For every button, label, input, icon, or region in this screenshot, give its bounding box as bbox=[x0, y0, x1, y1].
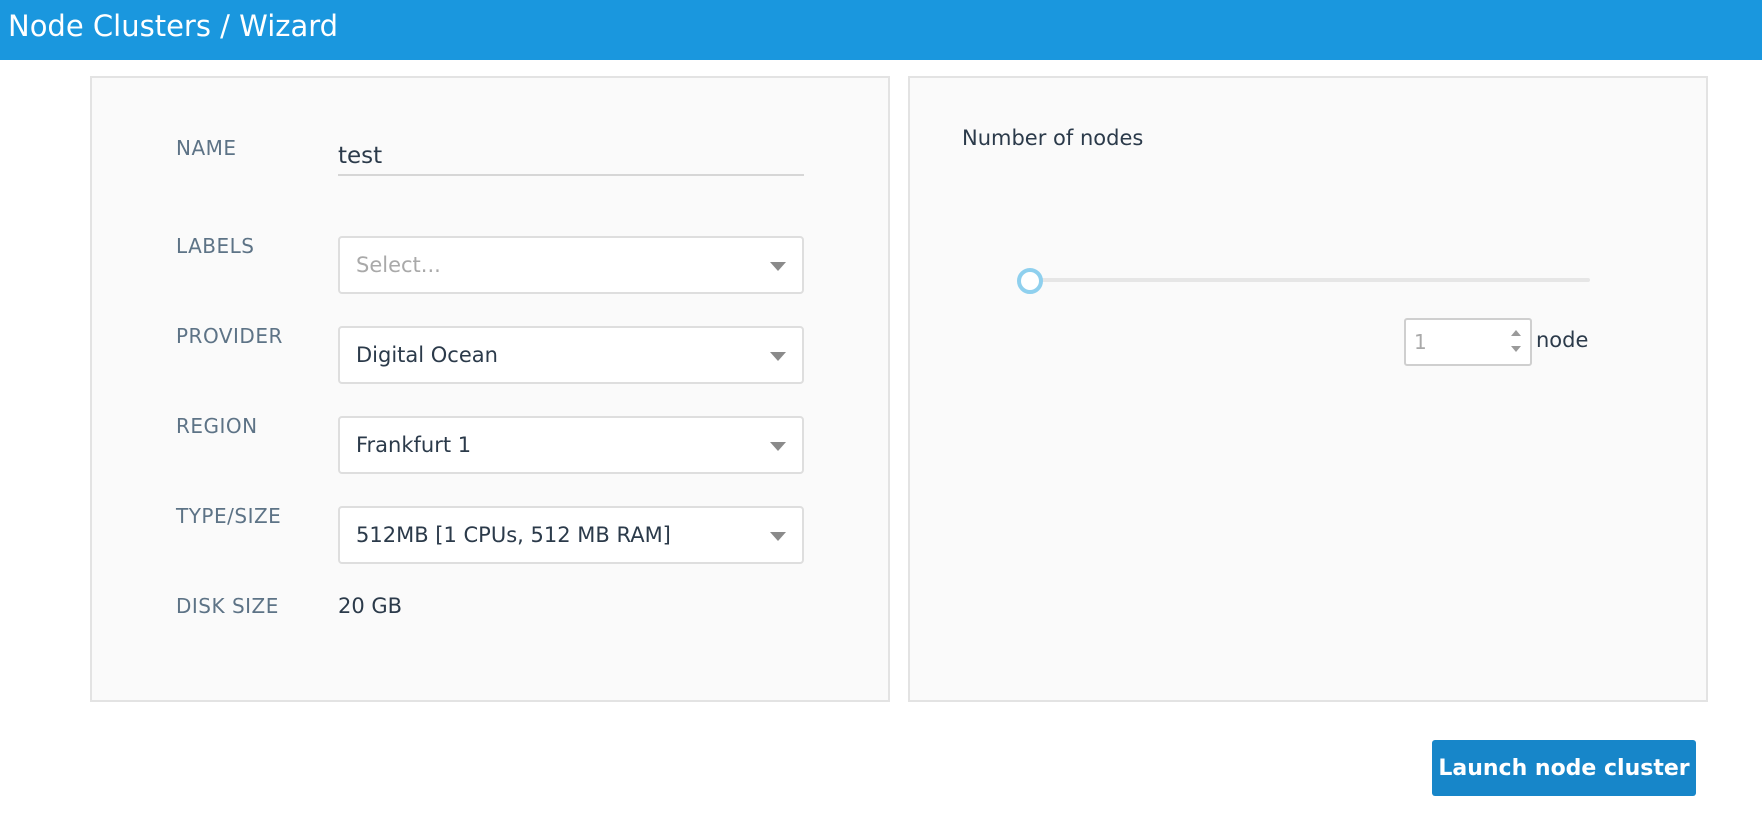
chevron-down-icon bbox=[770, 262, 786, 271]
provider-select[interactable]: Digital Ocean bbox=[338, 326, 804, 384]
name-input[interactable] bbox=[338, 138, 804, 176]
caret-down-icon[interactable] bbox=[1511, 346, 1521, 352]
name-label: NAME bbox=[176, 136, 237, 160]
provider-select-value: Digital Ocean bbox=[356, 343, 498, 367]
type-size-label: TYPE/SIZE bbox=[176, 504, 282, 528]
page-title: Node Clusters / Wizard bbox=[8, 9, 339, 43]
launch-node-cluster-button[interactable]: Launch node cluster bbox=[1432, 740, 1696, 796]
chevron-down-icon bbox=[770, 442, 786, 451]
chevron-down-icon bbox=[770, 532, 786, 541]
node-unit-label: node bbox=[1536, 328, 1589, 352]
node-count-slider-handle[interactable] bbox=[1017, 268, 1043, 294]
node-count-value: 1 bbox=[1414, 330, 1427, 354]
number-of-nodes-title: Number of nodes bbox=[962, 126, 1144, 150]
disk-size-label: DISK SIZE bbox=[176, 594, 279, 618]
type-size-select-value: 512MB [1 CPUs, 512 MB RAM] bbox=[356, 523, 671, 547]
region-label: REGION bbox=[176, 414, 258, 438]
region-select[interactable]: Frankfurt 1 bbox=[338, 416, 804, 474]
provider-label: PROVIDER bbox=[176, 324, 283, 348]
labels-label: LABELS bbox=[176, 234, 255, 258]
node-count-slider-track[interactable] bbox=[1030, 278, 1590, 282]
header-bar: Node Clusters / Wizard bbox=[0, 0, 1762, 60]
type-size-select[interactable]: 512MB [1 CPUs, 512 MB RAM] bbox=[338, 506, 804, 564]
disk-size-value: 20 GB bbox=[338, 594, 403, 618]
chevron-down-icon bbox=[770, 352, 786, 361]
caret-up-icon[interactable] bbox=[1511, 330, 1521, 336]
labels-select-placeholder: Select... bbox=[356, 253, 441, 277]
node-count-stepper[interactable]: 1 bbox=[1404, 318, 1532, 366]
cluster-config-panel: NAME LABELS Select... PROVIDER Digital O… bbox=[90, 76, 890, 702]
region-select-value: Frankfurt 1 bbox=[356, 433, 472, 457]
node-count-panel: Number of nodes 1 node bbox=[908, 76, 1708, 702]
labels-select[interactable]: Select... bbox=[338, 236, 804, 294]
